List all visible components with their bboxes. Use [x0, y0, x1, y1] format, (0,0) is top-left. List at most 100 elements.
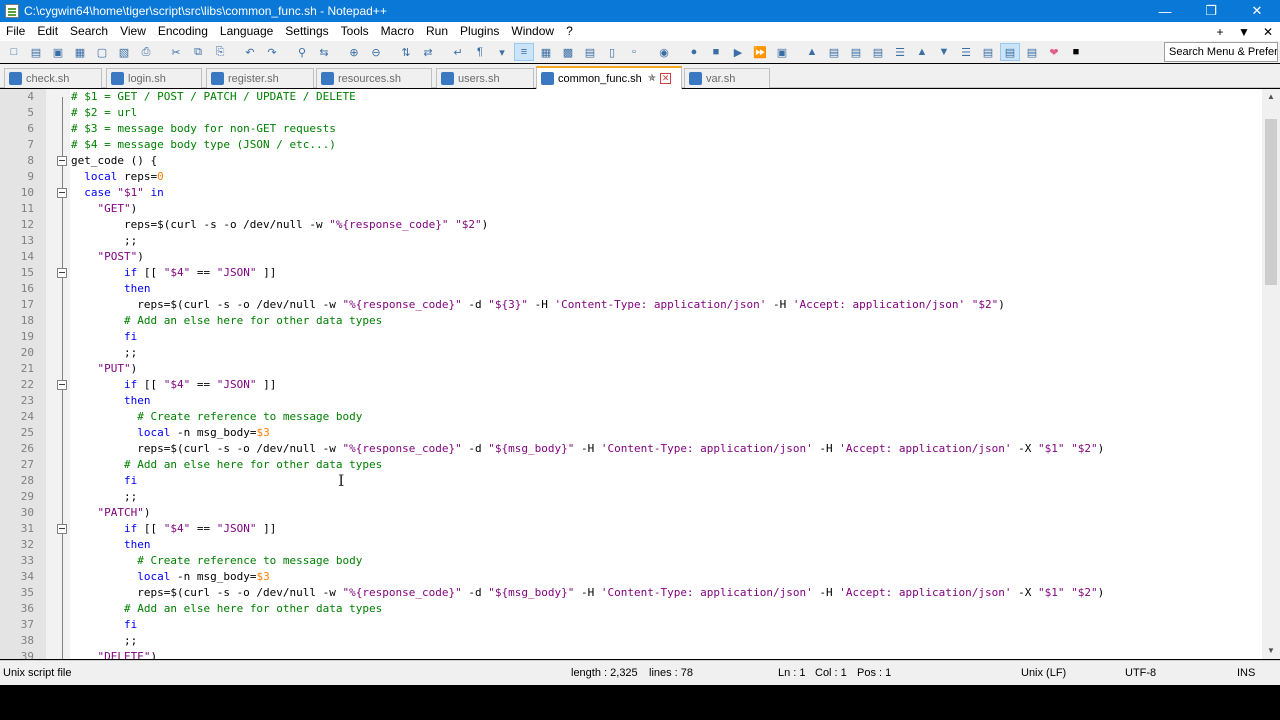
zoom-out-icon[interactable]: ⊖: [366, 43, 386, 61]
document-map-icon[interactable]: ▩: [558, 43, 578, 61]
dropdown-arrow-icon[interactable]: ▾: [492, 43, 512, 61]
plugin-tool-7-icon[interactable]: ▤: [978, 43, 998, 61]
code-line[interactable]: 25 local -n msg_body=$3: [0, 425, 1262, 441]
open-file-icon[interactable]: ▤: [26, 43, 46, 61]
down-arrow-icon[interactable]: ▼: [934, 43, 954, 61]
code-line[interactable]: 37 fi: [0, 617, 1262, 633]
code-line[interactable]: 20 ;;: [0, 345, 1262, 361]
record-macro-icon[interactable]: ●: [684, 43, 704, 61]
menu-help[interactable]: ?: [560, 22, 579, 41]
plugin-tool-4-icon[interactable]: ▤: [868, 43, 888, 61]
code-line[interactable]: 16 then: [0, 281, 1262, 297]
word-wrap-icon[interactable]: ↵: [448, 43, 468, 61]
menu-settings[interactable]: Settings: [279, 22, 334, 41]
new-tab-plus-icon[interactable]: +: [1208, 25, 1232, 39]
function-list-icon[interactable]: ▤: [580, 43, 600, 61]
tab-common-func-sh[interactable]: common_func.sh ✯ ✕: [536, 66, 682, 89]
code-line[interactable]: 24 # Create reference to message body: [0, 409, 1262, 425]
code-line[interactable]: 5 # $2 = url: [0, 105, 1262, 121]
tab-resources-sh[interactable]: resources.sh: [316, 68, 432, 88]
undo-icon[interactable]: ↶: [240, 43, 260, 61]
close-button[interactable]: ✕: [1234, 0, 1280, 22]
tab-register-sh[interactable]: register.sh: [206, 68, 314, 88]
tab-login-sh[interactable]: login.sh: [106, 68, 202, 88]
code-line[interactable]: 17 reps=$(curl -s -o /dev/null -w "%{res…: [0, 297, 1262, 313]
code-line[interactable]: 38 ;;: [0, 633, 1262, 649]
scrollbar-thumb[interactable]: [1265, 119, 1277, 285]
search-menu-input[interactable]: Search Menu & Preferences: [1164, 42, 1278, 62]
plugin-tool-8-icon[interactable]: ▤: [1000, 43, 1020, 61]
close-file-icon[interactable]: ▢: [92, 43, 112, 61]
menu-macro[interactable]: Macro: [375, 22, 420, 41]
code-line[interactable]: 28 fi: [0, 473, 1262, 489]
scroll-up-arrow-icon[interactable]: ▲: [1262, 89, 1280, 105]
redo-icon[interactable]: ↷: [262, 43, 282, 61]
menu-window[interactable]: Window: [505, 22, 560, 41]
tab-users-sh[interactable]: users.sh: [436, 68, 534, 88]
code-line[interactable]: 26 reps=$(curl -s -o /dev/null -w "%{res…: [0, 441, 1262, 457]
fold-toggle-icon[interactable]: [57, 524, 67, 534]
vertical-scrollbar[interactable]: ▲ ▼: [1262, 89, 1280, 659]
code-line[interactable]: 35 reps=$(curl -s -o /dev/null -w "%{res…: [0, 585, 1262, 601]
fold-toggle-icon[interactable]: [57, 188, 67, 198]
code-line[interactable]: 19 fi: [0, 329, 1262, 345]
cut-icon[interactable]: ✂: [166, 43, 186, 61]
eye-icon[interactable]: ◉: [654, 43, 674, 61]
code-area[interactable]: 4 # $1 = GET / POST / PATCH / UPDATE / DE…: [0, 89, 1262, 659]
save-icon[interactable]: ▣: [48, 43, 68, 61]
code-line[interactable]: 36 # Add an else here for other data typ…: [0, 601, 1262, 617]
close-doc-icon[interactable]: ✕: [1256, 25, 1280, 39]
fold-toggle-icon[interactable]: [57, 156, 67, 166]
code-line[interactable]: 27 # Add an else here for other data typ…: [0, 457, 1262, 473]
code-line[interactable]: 34 local -n msg_body=$3: [0, 569, 1262, 585]
folder-as-workspace-icon[interactable]: ▯: [602, 43, 622, 61]
close-all-icon[interactable]: ▧: [114, 43, 134, 61]
code-line[interactable]: 30 "PATCH"): [0, 505, 1262, 521]
code-line[interactable]: 23 then: [0, 393, 1262, 409]
save-macro-icon[interactable]: ▣: [772, 43, 792, 61]
code-line[interactable]: 22 if [[ "$4" == "JSON" ]]: [0, 377, 1262, 393]
run-macro-multiple-icon[interactable]: ⏩: [750, 43, 770, 61]
monitoring-icon[interactable]: ▫: [624, 43, 644, 61]
menu-language[interactable]: Language: [214, 22, 279, 41]
code-line[interactable]: 29 ;;: [0, 489, 1262, 505]
sync-scroll-vertical-icon[interactable]: ⇅: [396, 43, 416, 61]
paste-icon[interactable]: ⎘: [210, 43, 230, 61]
code-line[interactable]: 18 # Add an else here for other data typ…: [0, 313, 1262, 329]
code-line[interactable]: 10 case "$1" in: [0, 185, 1262, 201]
up-arrow-icon[interactable]: ▲: [912, 43, 932, 61]
new-file-icon[interactable]: □: [4, 43, 24, 61]
pin-icon[interactable]: ✯: [648, 73, 656, 84]
fold-toggle-icon[interactable]: [57, 380, 67, 390]
code-line[interactable]: 11 "GET"): [0, 201, 1262, 217]
code-line[interactable]: 15 if [[ "$4" == "JSON" ]]: [0, 265, 1262, 281]
code-line[interactable]: 33 # Create reference to message body: [0, 553, 1262, 569]
save-all-icon[interactable]: ▦: [70, 43, 90, 61]
code-line[interactable]: 4 # $1 = GET / POST / PATCH / UPDATE / DE…: [0, 89, 1262, 105]
sync-scroll-horizontal-icon[interactable]: ⇄: [418, 43, 438, 61]
code-line[interactable]: 8 get_code () {: [0, 153, 1262, 169]
plugin-tool-10-icon[interactable]: ■: [1066, 43, 1086, 61]
plugin-tool-5-icon[interactable]: ☰: [890, 43, 910, 61]
menu-edit[interactable]: Edit: [31, 22, 64, 41]
replace-icon[interactable]: ⇆: [314, 43, 334, 61]
show-all-characters-icon[interactable]: ¶: [470, 43, 490, 61]
menu-view[interactable]: View: [114, 22, 152, 41]
code-line[interactable]: 39 "DELETE"): [0, 649, 1262, 659]
tab-var-sh[interactable]: var.sh: [684, 68, 770, 88]
code-line[interactable]: 14 "POST"): [0, 249, 1262, 265]
maximize-button[interactable]: ❐: [1188, 0, 1234, 22]
code-line[interactable]: 21 "PUT"): [0, 361, 1262, 377]
plugin-tool-9-icon[interactable]: ▤: [1022, 43, 1042, 61]
stop-macro-icon[interactable]: ■: [706, 43, 726, 61]
tab-list-dropdown-icon[interactable]: ▼: [1232, 25, 1256, 39]
menu-encoding[interactable]: Encoding: [152, 22, 214, 41]
menu-plugins[interactable]: Plugins: [454, 22, 505, 41]
editor[interactable]: 4 # $1 = GET / POST / PATCH / UPDATE / DE…: [0, 89, 1280, 659]
menu-search[interactable]: Search: [64, 22, 114, 41]
tab-check-sh[interactable]: check.sh: [4, 68, 102, 88]
scroll-down-arrow-icon[interactable]: ▼: [1262, 643, 1280, 659]
print-icon[interactable]: ⎙: [136, 43, 156, 61]
copy-icon[interactable]: ⧉: [188, 43, 208, 61]
code-line[interactable]: 6 # $3 = message body for non-GET request…: [0, 121, 1262, 137]
